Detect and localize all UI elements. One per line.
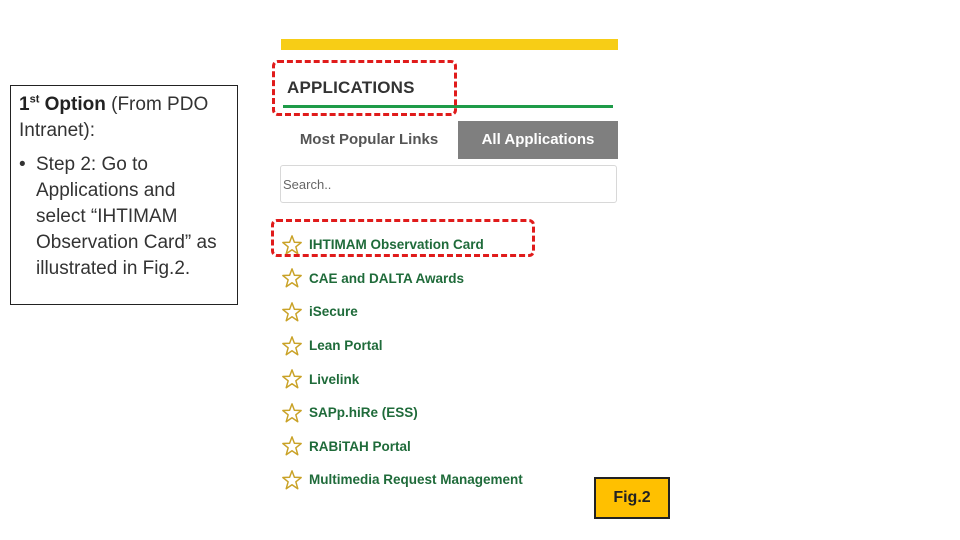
figure-label: Fig.2 (594, 477, 670, 519)
step-item: • Step 2: Go to Applications and select … (19, 152, 229, 282)
app-link-isecure[interactable]: iSecure (309, 304, 358, 319)
list-item[interactable]: Livelink (281, 362, 581, 396)
star-icon[interactable] (281, 435, 303, 457)
bullet: • (19, 154, 26, 175)
star-icon[interactable] (281, 335, 303, 357)
app-link-lean-portal[interactable]: Lean Portal (309, 338, 383, 353)
tab-most-popular-links[interactable]: Most Popular Links (281, 121, 457, 159)
yellow-top-bar (281, 39, 618, 50)
instruction-box: 1st Option (From PDO Intranet): • Step 2… (10, 85, 238, 305)
list-item[interactable]: SAPp.hiRe (ESS) (281, 396, 581, 430)
star-icon[interactable] (281, 402, 303, 424)
list-item[interactable]: Multimedia Request Management (281, 463, 581, 497)
app-link-cae-dalta[interactable]: CAE and DALTA Awards (309, 271, 464, 286)
tab-all-applications[interactable]: All Applications (458, 121, 618, 159)
option-number: 1 (19, 94, 30, 115)
list-item[interactable]: Lean Portal (281, 329, 581, 363)
list-item[interactable]: RABiTAH Portal (281, 430, 581, 464)
step-text: Step 2: Go to Applications and select “I… (36, 154, 217, 279)
app-link-multimedia-request[interactable]: Multimedia Request Management (309, 472, 523, 487)
app-link-livelink[interactable]: Livelink (309, 372, 359, 387)
app-link-rabitah-portal[interactable]: RABiTAH Portal (309, 439, 411, 454)
highlight-ihtimam-item (271, 219, 535, 257)
app-link-sapphire-ess[interactable]: SAPp.hiRe (ESS) (309, 405, 418, 420)
option-word: Option (44, 94, 106, 115)
search-input[interactable] (280, 165, 617, 203)
highlight-applications-title (272, 60, 457, 116)
star-icon[interactable] (281, 469, 303, 491)
star-icon[interactable] (281, 301, 303, 323)
option-heading: 1st Option (From PDO Intranet): (19, 92, 229, 144)
applications-list: IHTIMAM Observation Card CAE and DALTA A… (281, 228, 581, 497)
step-list: • Step 2: Go to Applications and select … (19, 152, 229, 282)
list-item[interactable]: iSecure (281, 295, 581, 329)
option-sup: st (29, 93, 40, 106)
star-icon[interactable] (281, 368, 303, 390)
star-icon[interactable] (281, 267, 303, 289)
list-item[interactable]: CAE and DALTA Awards (281, 262, 581, 296)
